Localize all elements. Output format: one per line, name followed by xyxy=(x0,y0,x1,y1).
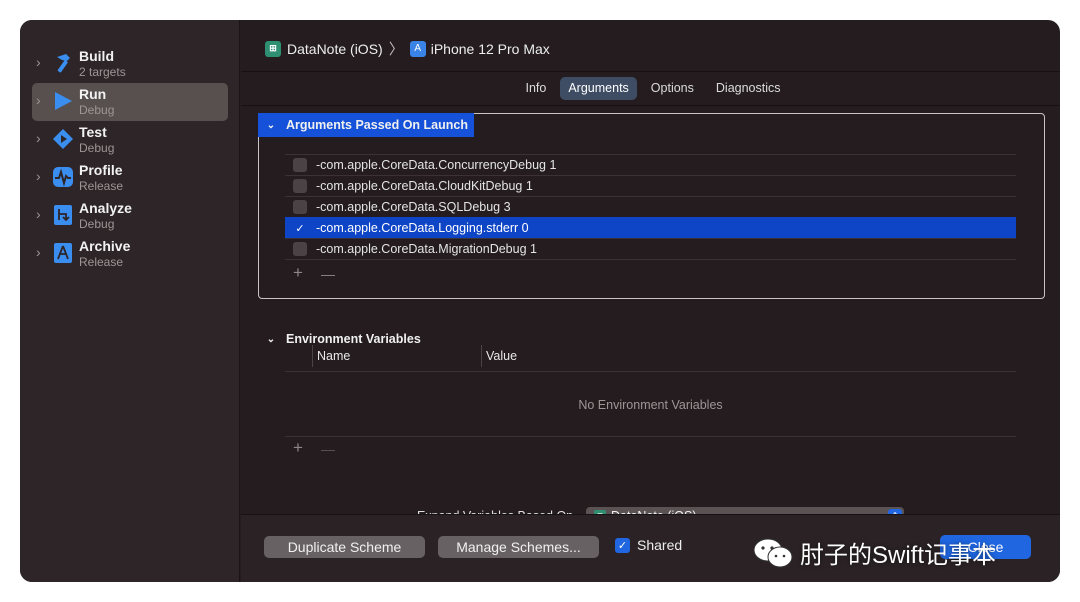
column-divider[interactable] xyxy=(481,345,482,367)
shared-label[interactable]: Shared xyxy=(637,537,682,553)
add-argument-button[interactable]: + xyxy=(293,263,303,283)
device-icon: A xyxy=(409,40,426,57)
scheme-name[interactable]: DataNote (iOS) xyxy=(287,41,383,57)
disclosure-chevron-icon[interactable]: › xyxy=(36,130,41,146)
tab-arguments[interactable]: Arguments xyxy=(560,77,637,100)
title-bar: ⊞ DataNote (iOS) 〉 A iPhone 12 Pro Max xyxy=(241,20,1060,72)
scheme-editor-window: › Build 2 targets › Run Debug › Test Deb… xyxy=(20,20,1060,582)
column-header-name[interactable]: Name xyxy=(317,349,350,363)
empty-state-label: No Environment Variables xyxy=(578,397,723,412)
remove-variable-button: — xyxy=(321,441,335,457)
sidebar-item-sublabel: Debug xyxy=(79,217,115,231)
disclosure-chevron-icon[interactable]: › xyxy=(36,168,41,184)
arguments-content: ⌄ Arguments Passed On Launch -com.apple.… xyxy=(241,105,1060,525)
add-variable-button[interactable]: + xyxy=(293,438,303,458)
arguments-section-header[interactable]: ⌄ Arguments Passed On Launch xyxy=(258,113,474,137)
disclosure-chevron-icon[interactable]: › xyxy=(36,54,41,70)
environment-empty-state: No Environment Variables xyxy=(285,373,1016,437)
breadcrumb: ⊞ DataNote (iOS) 〉 A iPhone 12 Pro Max xyxy=(265,38,550,59)
scheme-detail-pane: ⊞ DataNote (iOS) 〉 A iPhone 12 Pro Max I… xyxy=(241,20,1060,582)
argument-checkbox[interactable] xyxy=(293,179,307,193)
analyze-icon xyxy=(54,205,72,225)
play-icon xyxy=(55,92,72,110)
shared-checkbox-group[interactable]: ✓ Shared xyxy=(615,537,682,553)
sidebar-item-label: Run xyxy=(79,86,107,102)
sidebar-item-label: Profile xyxy=(79,162,123,178)
sidebar-item-test[interactable]: › Test Debug xyxy=(32,121,228,159)
environment-table-header: Name Value xyxy=(285,342,1016,372)
column-header-value[interactable]: Value xyxy=(486,349,517,363)
tab-options[interactable]: Options xyxy=(643,77,702,100)
app-target-icon: ⊞ xyxy=(265,40,281,57)
argument-text[interactable]: -com.apple.CoreData.ConcurrencyDebug 1 xyxy=(316,158,556,172)
diamond-play-icon xyxy=(53,129,73,149)
sidebar-item-label: Test xyxy=(79,124,107,140)
argument-checkbox[interactable] xyxy=(293,158,307,172)
sidebar-item-build[interactable]: › Build 2 targets xyxy=(32,45,228,83)
shared-checkbox[interactable]: ✓ xyxy=(615,537,630,553)
argument-row[interactable]: -com.apple.CoreData.SQLDebug 3 xyxy=(285,196,1016,217)
device-name[interactable]: iPhone 12 Pro Max xyxy=(431,41,550,57)
sidebar-item-archive[interactable]: › Archive Release xyxy=(32,235,228,273)
sidebar-item-sublabel: Release xyxy=(79,255,124,269)
waveform-icon xyxy=(53,167,73,187)
argument-checkbox[interactable] xyxy=(293,200,307,214)
sidebar-item-profile[interactable]: › Profile Release xyxy=(32,159,228,197)
archive-icon xyxy=(54,243,72,263)
watermark: 肘子的Swift记事本 xyxy=(752,535,996,570)
argument-text[interactable]: -com.apple.CoreData.SQLDebug 3 xyxy=(316,200,511,214)
manage-schemes-button[interactable]: Manage Schemes... xyxy=(438,536,599,558)
sidebar-item-sublabel: Debug xyxy=(79,103,115,117)
sidebar-item-label: Archive xyxy=(79,238,131,254)
argument-text[interactable]: -com.apple.CoreData.CloudKitDebug 1 xyxy=(316,179,533,193)
divider xyxy=(285,259,1016,260)
arguments-section-title: Arguments Passed On Launch xyxy=(286,118,468,132)
argument-row[interactable]: -com.apple.CoreData.MigrationDebug 1 xyxy=(285,238,1016,259)
chevron-right-icon: 〉 xyxy=(388,41,404,58)
tab-info[interactable]: Info xyxy=(517,77,554,100)
hammer-icon xyxy=(57,54,70,73)
sidebar-item-sublabel: Release xyxy=(79,179,124,193)
tab-bar: Info Arguments Options Diagnostics xyxy=(241,77,1060,101)
sidebar-item-analyze[interactable]: › Analyze Debug xyxy=(32,197,228,235)
argument-text[interactable]: -com.apple.CoreData.MigrationDebug 1 xyxy=(316,242,537,256)
sidebar-item-label: Analyze xyxy=(79,200,132,216)
remove-argument-button[interactable]: — xyxy=(321,266,335,282)
sidebar-item-sublabel: Debug xyxy=(79,141,115,155)
argument-checkbox-checked[interactable]: ✓ xyxy=(293,221,307,235)
column-divider xyxy=(312,345,313,367)
argument-row-selected[interactable]: ✓ -com.apple.CoreData.Logging.stderr 0 xyxy=(285,217,1016,238)
disclosure-chevron-icon[interactable]: › xyxy=(36,244,41,260)
disclosure-chevron-icon[interactable]: › xyxy=(36,92,41,108)
wechat-icon xyxy=(753,538,793,567)
argument-row[interactable]: -com.apple.CoreData.ConcurrencyDebug 1 xyxy=(285,154,1016,175)
sidebar-item-sublabel: 2 targets xyxy=(79,65,126,79)
tab-diagnostics[interactable]: Diagnostics xyxy=(708,77,789,100)
disclosure-chevron-icon[interactable]: › xyxy=(36,206,41,222)
argument-row[interactable]: -com.apple.CoreData.CloudKitDebug 1 xyxy=(285,175,1016,196)
argument-checkbox[interactable] xyxy=(293,242,307,256)
duplicate-scheme-button[interactable]: Duplicate Scheme xyxy=(264,536,425,558)
chevron-down-icon[interactable]: ⌄ xyxy=(264,120,278,131)
argument-text[interactable]: -com.apple.CoreData.Logging.stderr 0 xyxy=(316,221,529,235)
chevron-down-icon[interactable]: ⌄ xyxy=(264,334,278,345)
sidebar-item-run[interactable]: › Run Debug xyxy=(32,83,228,121)
sidebar-item-label: Build xyxy=(79,48,114,64)
watermark-text: 肘子的Swift记事本 xyxy=(800,542,997,569)
scheme-actions-sidebar: › Build 2 targets › Run Debug › Test Deb… xyxy=(20,20,240,582)
